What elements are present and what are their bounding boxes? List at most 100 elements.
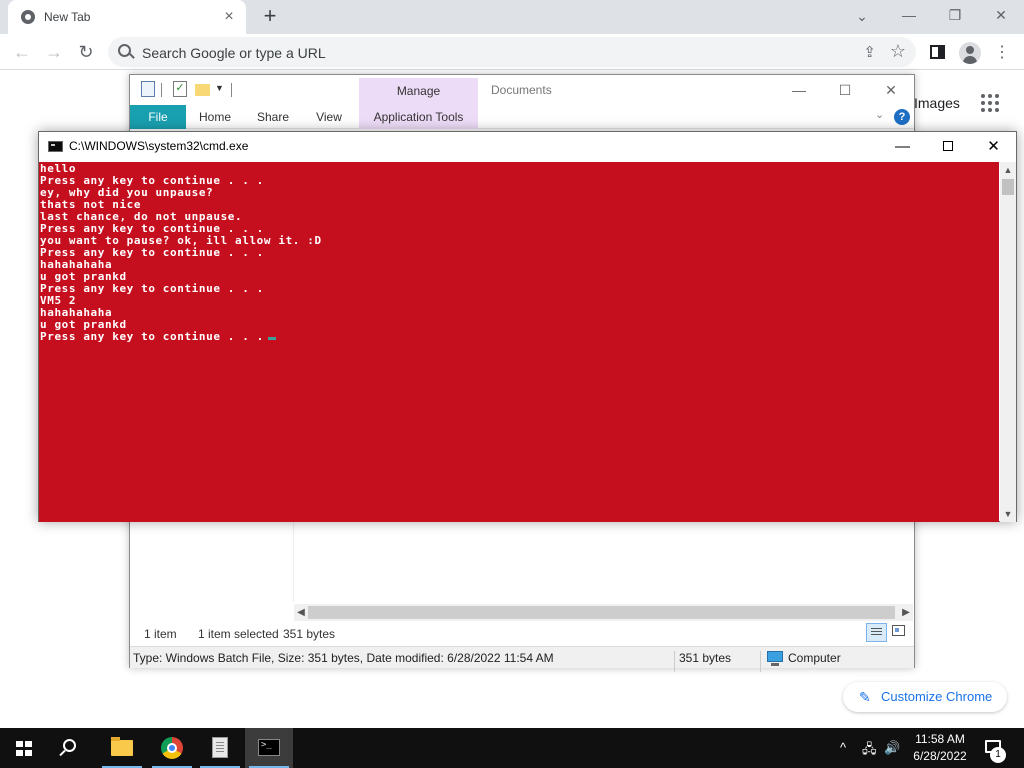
computer-icon: [767, 651, 783, 666]
taskbar: ^ 🖧 🔊 11:58 AM 6/28/2022 1: [0, 728, 1024, 768]
taskbar-search-button[interactable]: [48, 728, 96, 768]
infobar-size: 351 bytes: [679, 651, 732, 665]
explorer-title: Documents: [491, 83, 552, 97]
customize-chrome-label: Customize Chrome: [881, 689, 993, 704]
notification-badge: 1: [990, 747, 1006, 763]
windows-start-icon: [16, 741, 32, 756]
omnibox[interactable]: Search Google or type a URL ⇪ ☆: [108, 37, 916, 67]
chrome-icon: [161, 737, 183, 759]
cmd-window: C:\WINDOWS\system32\cmd.exe — ✕ hello Pre…: [38, 131, 1017, 522]
cmd-vertical-scrollbar[interactable]: ▲ ▼: [1000, 162, 1016, 522]
properties-icon[interactable]: [141, 81, 155, 97]
profile-icon[interactable]: [959, 42, 981, 64]
clock[interactable]: 11:58 AM 6/28/2022: [906, 731, 974, 765]
cmd-console[interactable]: hello Press any key to continue . . . ey, …: [39, 162, 999, 522]
scroll-right-icon[interactable]: ▶: [899, 604, 913, 621]
ribbon-expand-chevron-icon[interactable]: ⌄: [875, 108, 884, 121]
scroll-left-icon[interactable]: ◀: [294, 604, 308, 621]
console-output: hello Press any key to continue . . . ey, …: [40, 163, 322, 343]
ribbon-tab-share[interactable]: Share: [250, 105, 296, 129]
status-selected: 1 item selected: [198, 627, 279, 641]
infobar-separator: [760, 651, 761, 672]
cmd-maximize-button[interactable]: [925, 132, 970, 161]
tab-title: New Tab: [44, 10, 91, 24]
cmd-app-icon: [48, 141, 63, 152]
status-size: 351 bytes: [283, 627, 336, 641]
clock-date: 6/28/2022: [913, 749, 967, 763]
share-icon[interactable]: ⇪: [863, 43, 876, 61]
cmd-icon: [258, 739, 280, 756]
file-explorer-icon: [111, 737, 133, 756]
large-icons-view-icon[interactable]: [892, 625, 905, 636]
new-tab-button[interactable]: +: [258, 4, 282, 28]
tab-close-icon[interactable]: ×: [220, 8, 238, 26]
customize-chrome-button[interactable]: ✎ Customize Chrome: [843, 682, 1007, 712]
restore-button[interactable]: ❐: [932, 0, 978, 30]
scroll-up-icon[interactable]: ▲: [1000, 162, 1016, 178]
file-details: Type: Windows Batch File, Size: 351 byte…: [133, 651, 554, 665]
scroll-thumb[interactable]: [1002, 179, 1014, 195]
omnibox-placeholder[interactable]: Search Google or type a URL: [142, 45, 326, 61]
apps-grid-icon[interactable]: [981, 94, 999, 112]
minimize-button[interactable]: —: [886, 0, 932, 30]
chrome-toolbar: ← → ↻ Search Google or type a URL ⇪ ☆ ⋮: [0, 34, 1024, 70]
explorer-info-bar: Type: Windows Batch File, Size: 351 byte…: [130, 646, 914, 672]
console-cursor: [267, 337, 276, 340]
console-line: Press any key to continue . . .: [40, 330, 264, 343]
side-panel-icon[interactable]: [930, 45, 945, 59]
star-icon[interactable]: ☆: [890, 41, 906, 62]
status-item-count: 1 item: [144, 627, 177, 641]
chrome-tabstrip: New Tab × + ⌄ — ❐ ✕: [0, 0, 1024, 34]
back-button[interactable]: ←: [10, 40, 34, 64]
chrome-favicon-icon: [21, 10, 35, 24]
cmd-close-button[interactable]: ✕: [971, 132, 1016, 161]
taskbar-notepad[interactable]: [196, 728, 244, 768]
forward-button[interactable]: →: [42, 40, 66, 64]
nav-pane-divider: [293, 522, 294, 602]
explorer-horizontal-scrollbar[interactable]: ◀ ▶: [294, 604, 913, 621]
explorer-maximize-button[interactable]: ☐: [822, 75, 868, 105]
notepad-icon: [212, 737, 228, 758]
ntp-images-link[interactable]: Images: [914, 95, 960, 111]
console-line-last: Press any key to continue . . .: [40, 331, 322, 343]
tab-search-icon[interactable]: ⌄: [852, 6, 872, 26]
start-button[interactable]: [0, 728, 48, 768]
scroll-down-icon[interactable]: ▼: [1000, 506, 1016, 522]
folder-icon[interactable]: [195, 84, 210, 96]
ribbon-tab-view[interactable]: View: [306, 105, 352, 129]
cmd-minimize-button[interactable]: —: [880, 132, 925, 161]
qat-dropdown-icon[interactable]: ▼: [215, 83, 224, 93]
chrome-tab[interactable]: New Tab ×: [8, 0, 246, 34]
manage-tab[interactable]: Manage: [359, 78, 478, 105]
ribbon-tab-application-tools[interactable]: Application Tools: [359, 105, 478, 129]
help-icon[interactable]: ?: [894, 109, 910, 125]
infobar-separator: [674, 651, 675, 672]
taskbar-chrome[interactable]: [148, 728, 196, 768]
pencil-icon: ✎: [859, 689, 871, 705]
reload-button[interactable]: ↻: [74, 40, 98, 64]
show-hidden-icons-chevron-icon[interactable]: ^: [840, 740, 846, 755]
search-icon: [63, 739, 76, 752]
cmd-titlebar[interactable]: C:\WINDOWS\system32\cmd.exe — ✕: [39, 132, 1016, 161]
explorer-minimize-button[interactable]: —: [776, 75, 822, 105]
ribbon-tab-home[interactable]: Home: [192, 105, 238, 129]
network-icon[interactable]: 🖧: [862, 740, 877, 762]
taskbar-cmd[interactable]: [245, 728, 293, 768]
infobar-location: Computer: [788, 651, 841, 665]
ribbon-tab-file[interactable]: File: [130, 105, 186, 129]
close-button[interactable]: ✕: [978, 0, 1024, 30]
qat-separator: [231, 83, 232, 97]
explorer-ribbon: File Home Share View Application Tools ⌄…: [130, 105, 914, 129]
checkbox-icon[interactable]: ✓: [173, 81, 187, 97]
details-view-icon[interactable]: [866, 623, 887, 642]
menu-icon[interactable]: ⋮: [991, 42, 1013, 64]
cmd-window-title: C:\WINDOWS\system32\cmd.exe: [69, 139, 249, 153]
maximize-icon: [943, 141, 953, 151]
console-line: Press any key to continue . . .: [40, 282, 264, 295]
scroll-thumb[interactable]: [308, 606, 895, 619]
explorer-close-button[interactable]: ✕: [868, 75, 914, 105]
taskbar-file-explorer[interactable]: [98, 728, 146, 768]
explorer-status-bar: 1 item 1 item selected 351 bytes: [130, 623, 914, 645]
volume-icon[interactable]: 🔊: [884, 740, 900, 756]
explorer-titlebar: ✓ ▼ Manage Documents — ☐ ✕: [130, 75, 914, 105]
